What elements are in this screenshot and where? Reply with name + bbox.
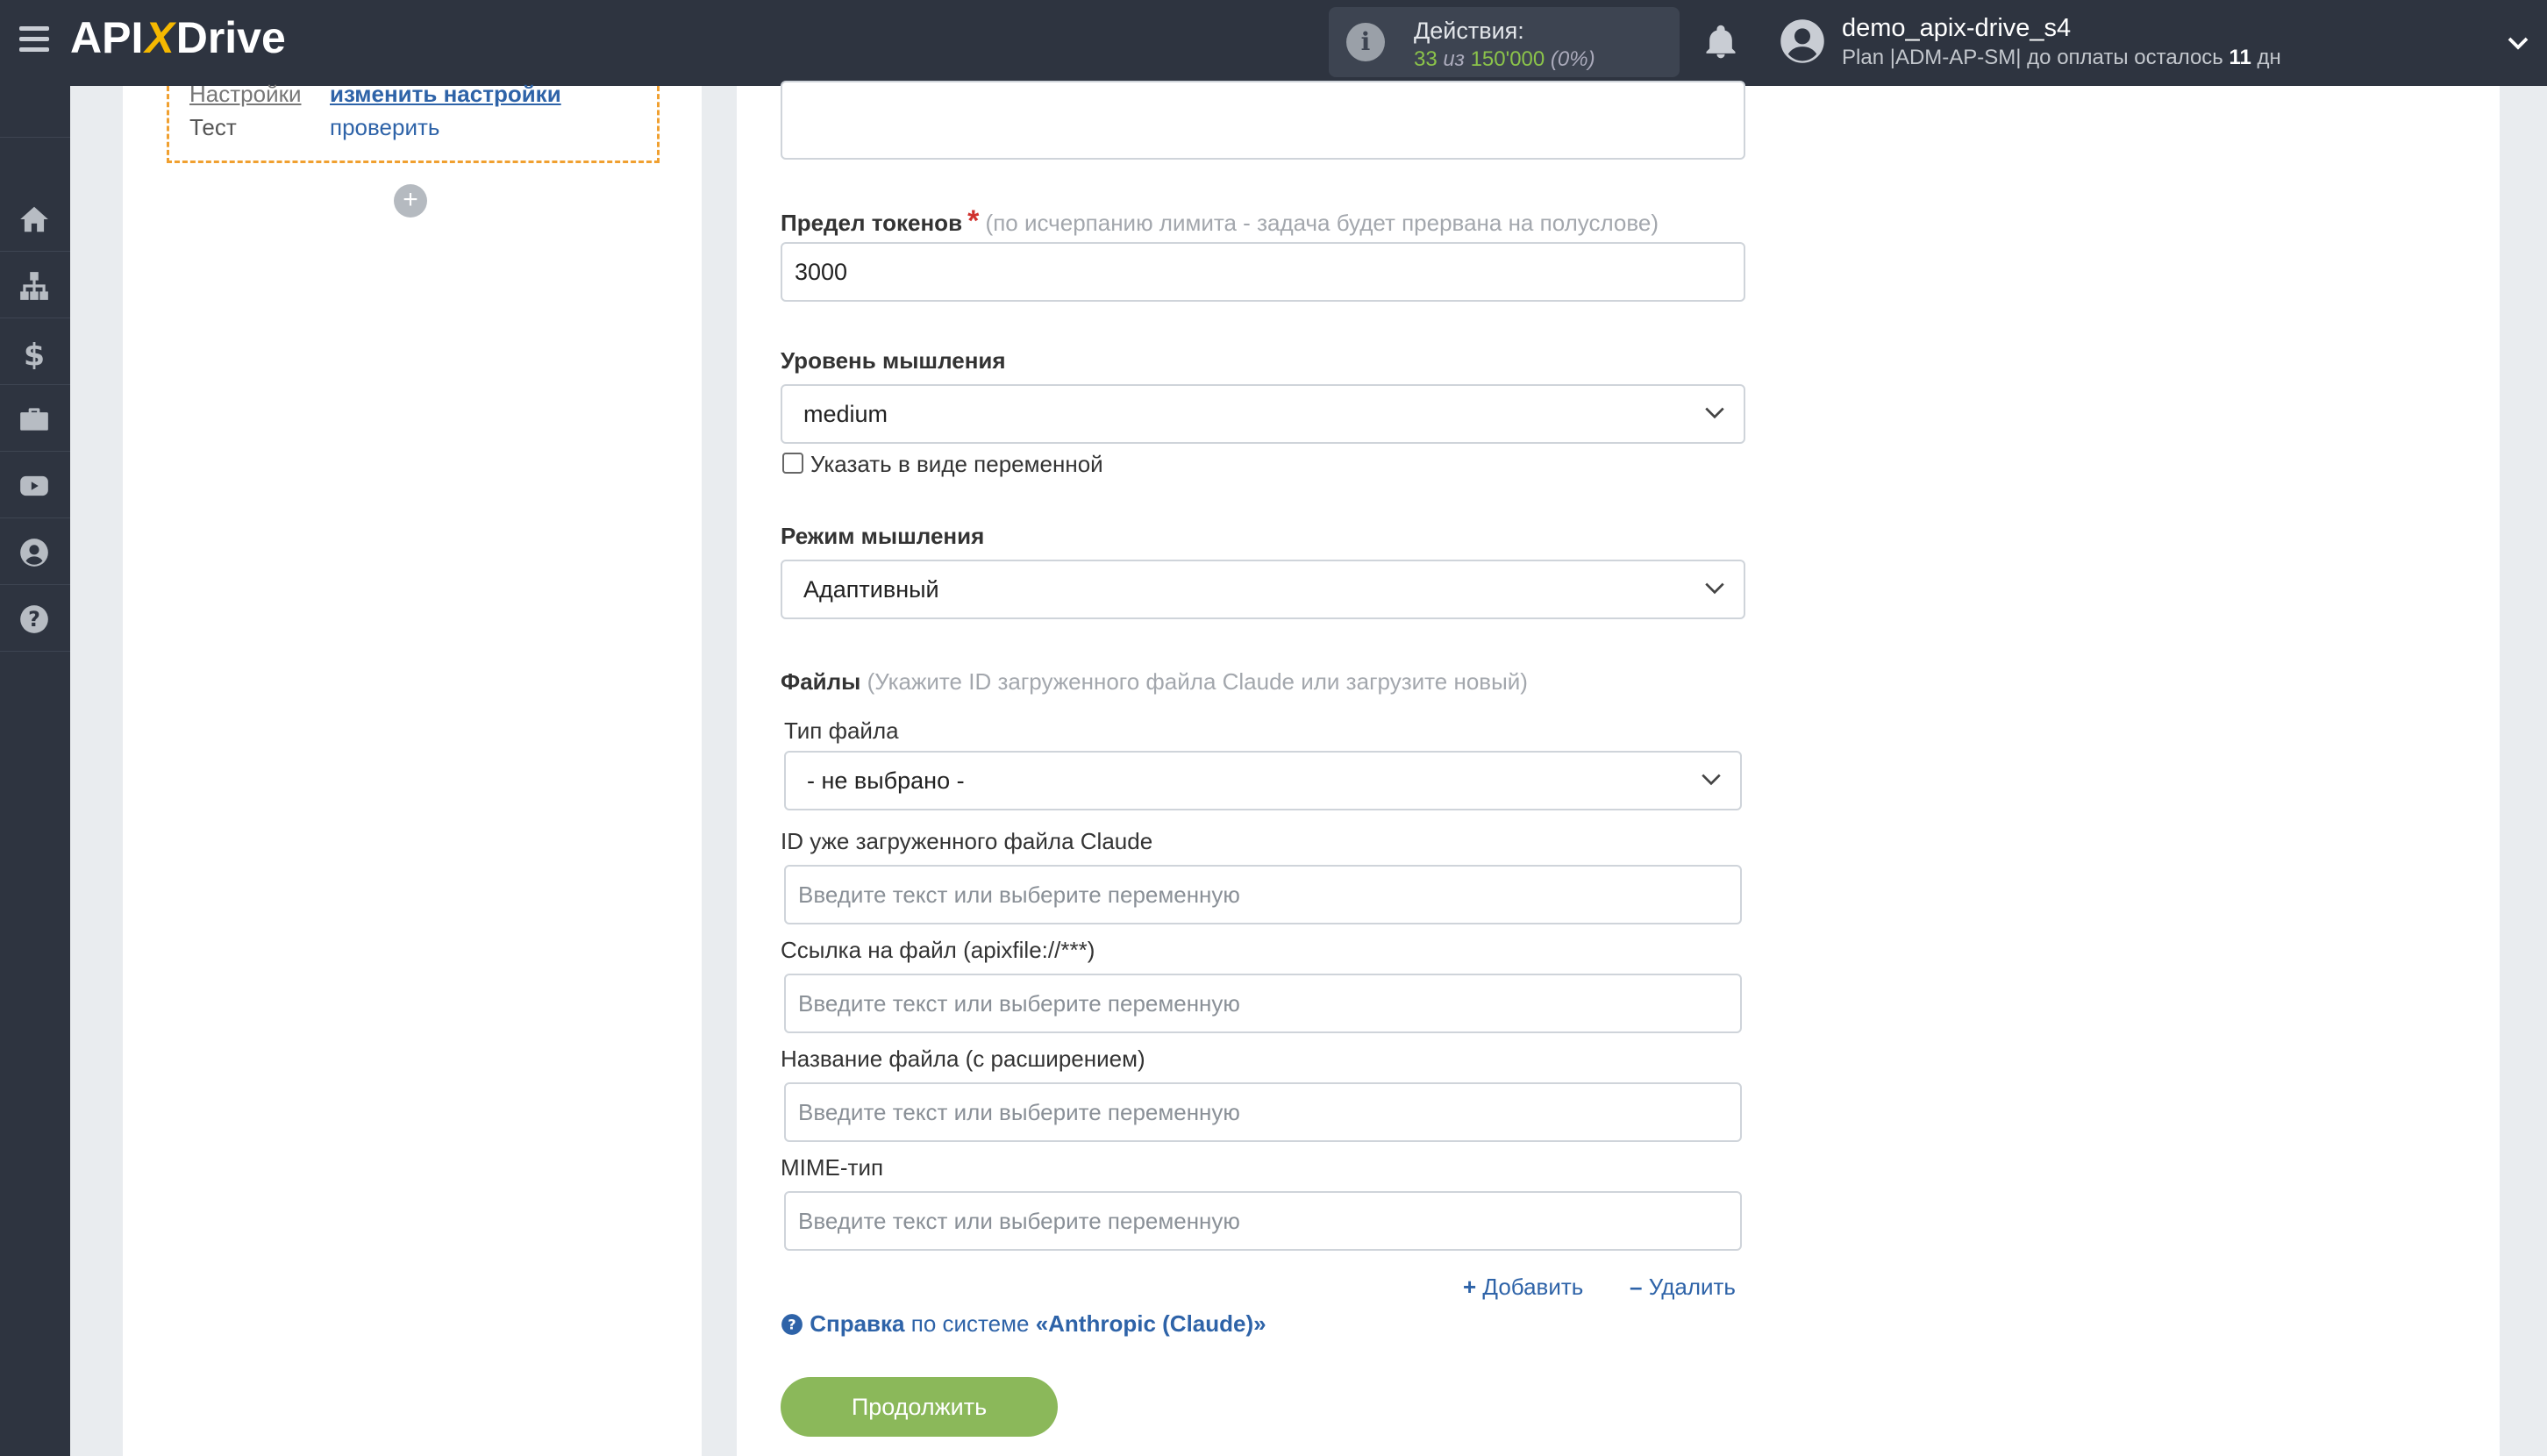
check-link[interactable]: проверить xyxy=(330,114,439,141)
thinking-level-select[interactable]: medium xyxy=(781,384,1745,444)
remove-button[interactable]: – Удалить xyxy=(1630,1274,1736,1301)
help-icon: ? xyxy=(20,605,48,633)
help-line: ? Справка по системе «Anthropic (Claude)… xyxy=(781,1310,1266,1338)
file-link-input[interactable]: Введите текст или выберите переменную xyxy=(784,974,1742,1033)
plus-icon: + xyxy=(1463,1274,1477,1300)
file-name-placeholder: Введите текст или выберите переменную xyxy=(798,1099,1240,1125)
thinking-mode-label: Режим мышления xyxy=(781,523,985,549)
chevron-down-icon xyxy=(1702,774,1721,786)
file-id-input[interactable]: Введите текст или выберите переменную xyxy=(784,865,1742,924)
file-name-input[interactable]: Введите текст или выберите переменную xyxy=(784,1082,1742,1142)
as-variable-checkbox[interactable] xyxy=(782,453,803,474)
thinking-mode-value: Адаптивный xyxy=(803,576,939,603)
mime-placeholder: Введите текст или выберите переменную xyxy=(798,1208,1240,1234)
change-settings-link[interactable]: изменить настройки xyxy=(330,81,561,108)
minus-icon: – xyxy=(1630,1274,1643,1300)
test-label: Тест xyxy=(189,114,237,140)
avatar[interactable] xyxy=(1779,18,1826,65)
mime-input[interactable]: Введите текст или выберите переменную xyxy=(784,1191,1742,1251)
file-name-label: Название файла (с расширением) xyxy=(781,1046,1145,1072)
svg-text:$: $ xyxy=(24,338,45,369)
scrollbar[interactable] xyxy=(2521,86,2547,1456)
main-panel: Предел токенов * (по исчерпанию лимита - … xyxy=(737,81,2500,1456)
logo-x: X xyxy=(145,13,175,62)
required-mark: * xyxy=(967,204,980,238)
message-textarea[interactable] xyxy=(781,81,1745,160)
sidebar: $ ? xyxy=(0,86,70,1456)
file-type-select[interactable]: - не выбрано - xyxy=(784,751,1742,810)
sidebar-item-help[interactable]: ? xyxy=(0,586,70,652)
continue-button[interactable]: Продолжить xyxy=(781,1377,1058,1437)
sidebar-item-video[interactable] xyxy=(0,453,70,518)
actions-counter: i Действия: 33 из 150'000 (0%) xyxy=(1329,7,1680,77)
svg-text:?: ? xyxy=(788,1316,795,1332)
user-icon xyxy=(20,539,48,567)
chevron-down-icon xyxy=(1705,582,1724,595)
sidebar-item-billing[interactable]: $ xyxy=(0,319,70,385)
sidebar-item-business[interactable] xyxy=(0,386,70,452)
file-id-label: ID уже загруженного файла Claude xyxy=(781,828,1153,854)
youtube-icon xyxy=(20,475,48,496)
token-limit-value: 3000 xyxy=(795,259,848,285)
as-variable-label: Указать в виде переменной xyxy=(810,451,1103,477)
info-icon: i xyxy=(1346,23,1385,61)
sidebar-item-home[interactable] xyxy=(0,186,70,252)
logo-api: API xyxy=(70,13,144,62)
settings-label: Настройки xyxy=(189,81,302,107)
thinking-mode-select[interactable]: Адаптивный xyxy=(781,560,1745,619)
user-name[interactable]: demo_apix-drive_s4 xyxy=(1842,14,2071,43)
dollar-icon: $ xyxy=(24,338,45,369)
file-link-placeholder: Введите текст или выберите переменную xyxy=(798,990,1240,1017)
logo[interactable]: APIXDrive xyxy=(70,12,286,63)
mime-label: MIME-тип xyxy=(781,1154,884,1181)
briefcase-icon xyxy=(20,408,48,431)
token-limit-input[interactable]: 3000 xyxy=(781,242,1745,302)
top-bar: APIXDrive i Действия: 33 из 150'000 (0%)… xyxy=(0,0,2547,86)
step-box: Настройки изменить настройки Тест провер… xyxy=(167,81,660,163)
menu-icon[interactable] xyxy=(19,26,49,56)
logo-drive: Drive xyxy=(175,13,286,62)
user-plan: Plan |ADM-AP-SM| до оплаты осталось 11 д… xyxy=(1842,46,2281,69)
file-type-label: Тип файла xyxy=(784,717,899,744)
chevron-down-icon[interactable] xyxy=(2505,30,2531,56)
file-link-label: Ссылка на файл (apixfile://***) xyxy=(781,937,1095,963)
help-system-link[interactable]: «Anthropic (Claude)» xyxy=(1036,1310,1266,1337)
thinking-level-value: medium xyxy=(803,401,888,427)
file-type-value: - не выбрано - xyxy=(807,767,965,794)
home-icon xyxy=(20,206,48,232)
sidebar-item-connections[interactable] xyxy=(0,253,70,318)
file-id-placeholder: Введите текст или выберите переменную xyxy=(798,881,1240,908)
sidebar-item-profile[interactable] xyxy=(0,519,70,585)
add-step-button[interactable]: + xyxy=(394,184,427,218)
thinking-level-label: Уровень мышления xyxy=(781,347,1006,374)
token-limit-label: Предел токенов * (по исчерпанию лимита - … xyxy=(781,204,1659,238)
bell-icon[interactable] xyxy=(1702,23,1740,61)
files-label: Файлы (Укажите ID загруженного файла Cla… xyxy=(781,668,1528,695)
add-button[interactable]: + Добавить xyxy=(1463,1274,1583,1301)
actions-label: Действия: xyxy=(1414,18,1524,44)
chevron-down-icon xyxy=(1705,407,1724,419)
help-link[interactable]: Справка xyxy=(810,1310,904,1337)
question-icon: ? xyxy=(781,1314,803,1335)
sitemap-icon xyxy=(20,272,48,300)
sidebar-spacer xyxy=(0,86,70,138)
actions-count: 33 из 150'000 (0%) xyxy=(1414,47,1595,71)
svg-text:?: ? xyxy=(28,607,40,632)
left-panel: Настройки изменить настройки Тест провер… xyxy=(123,81,702,1456)
